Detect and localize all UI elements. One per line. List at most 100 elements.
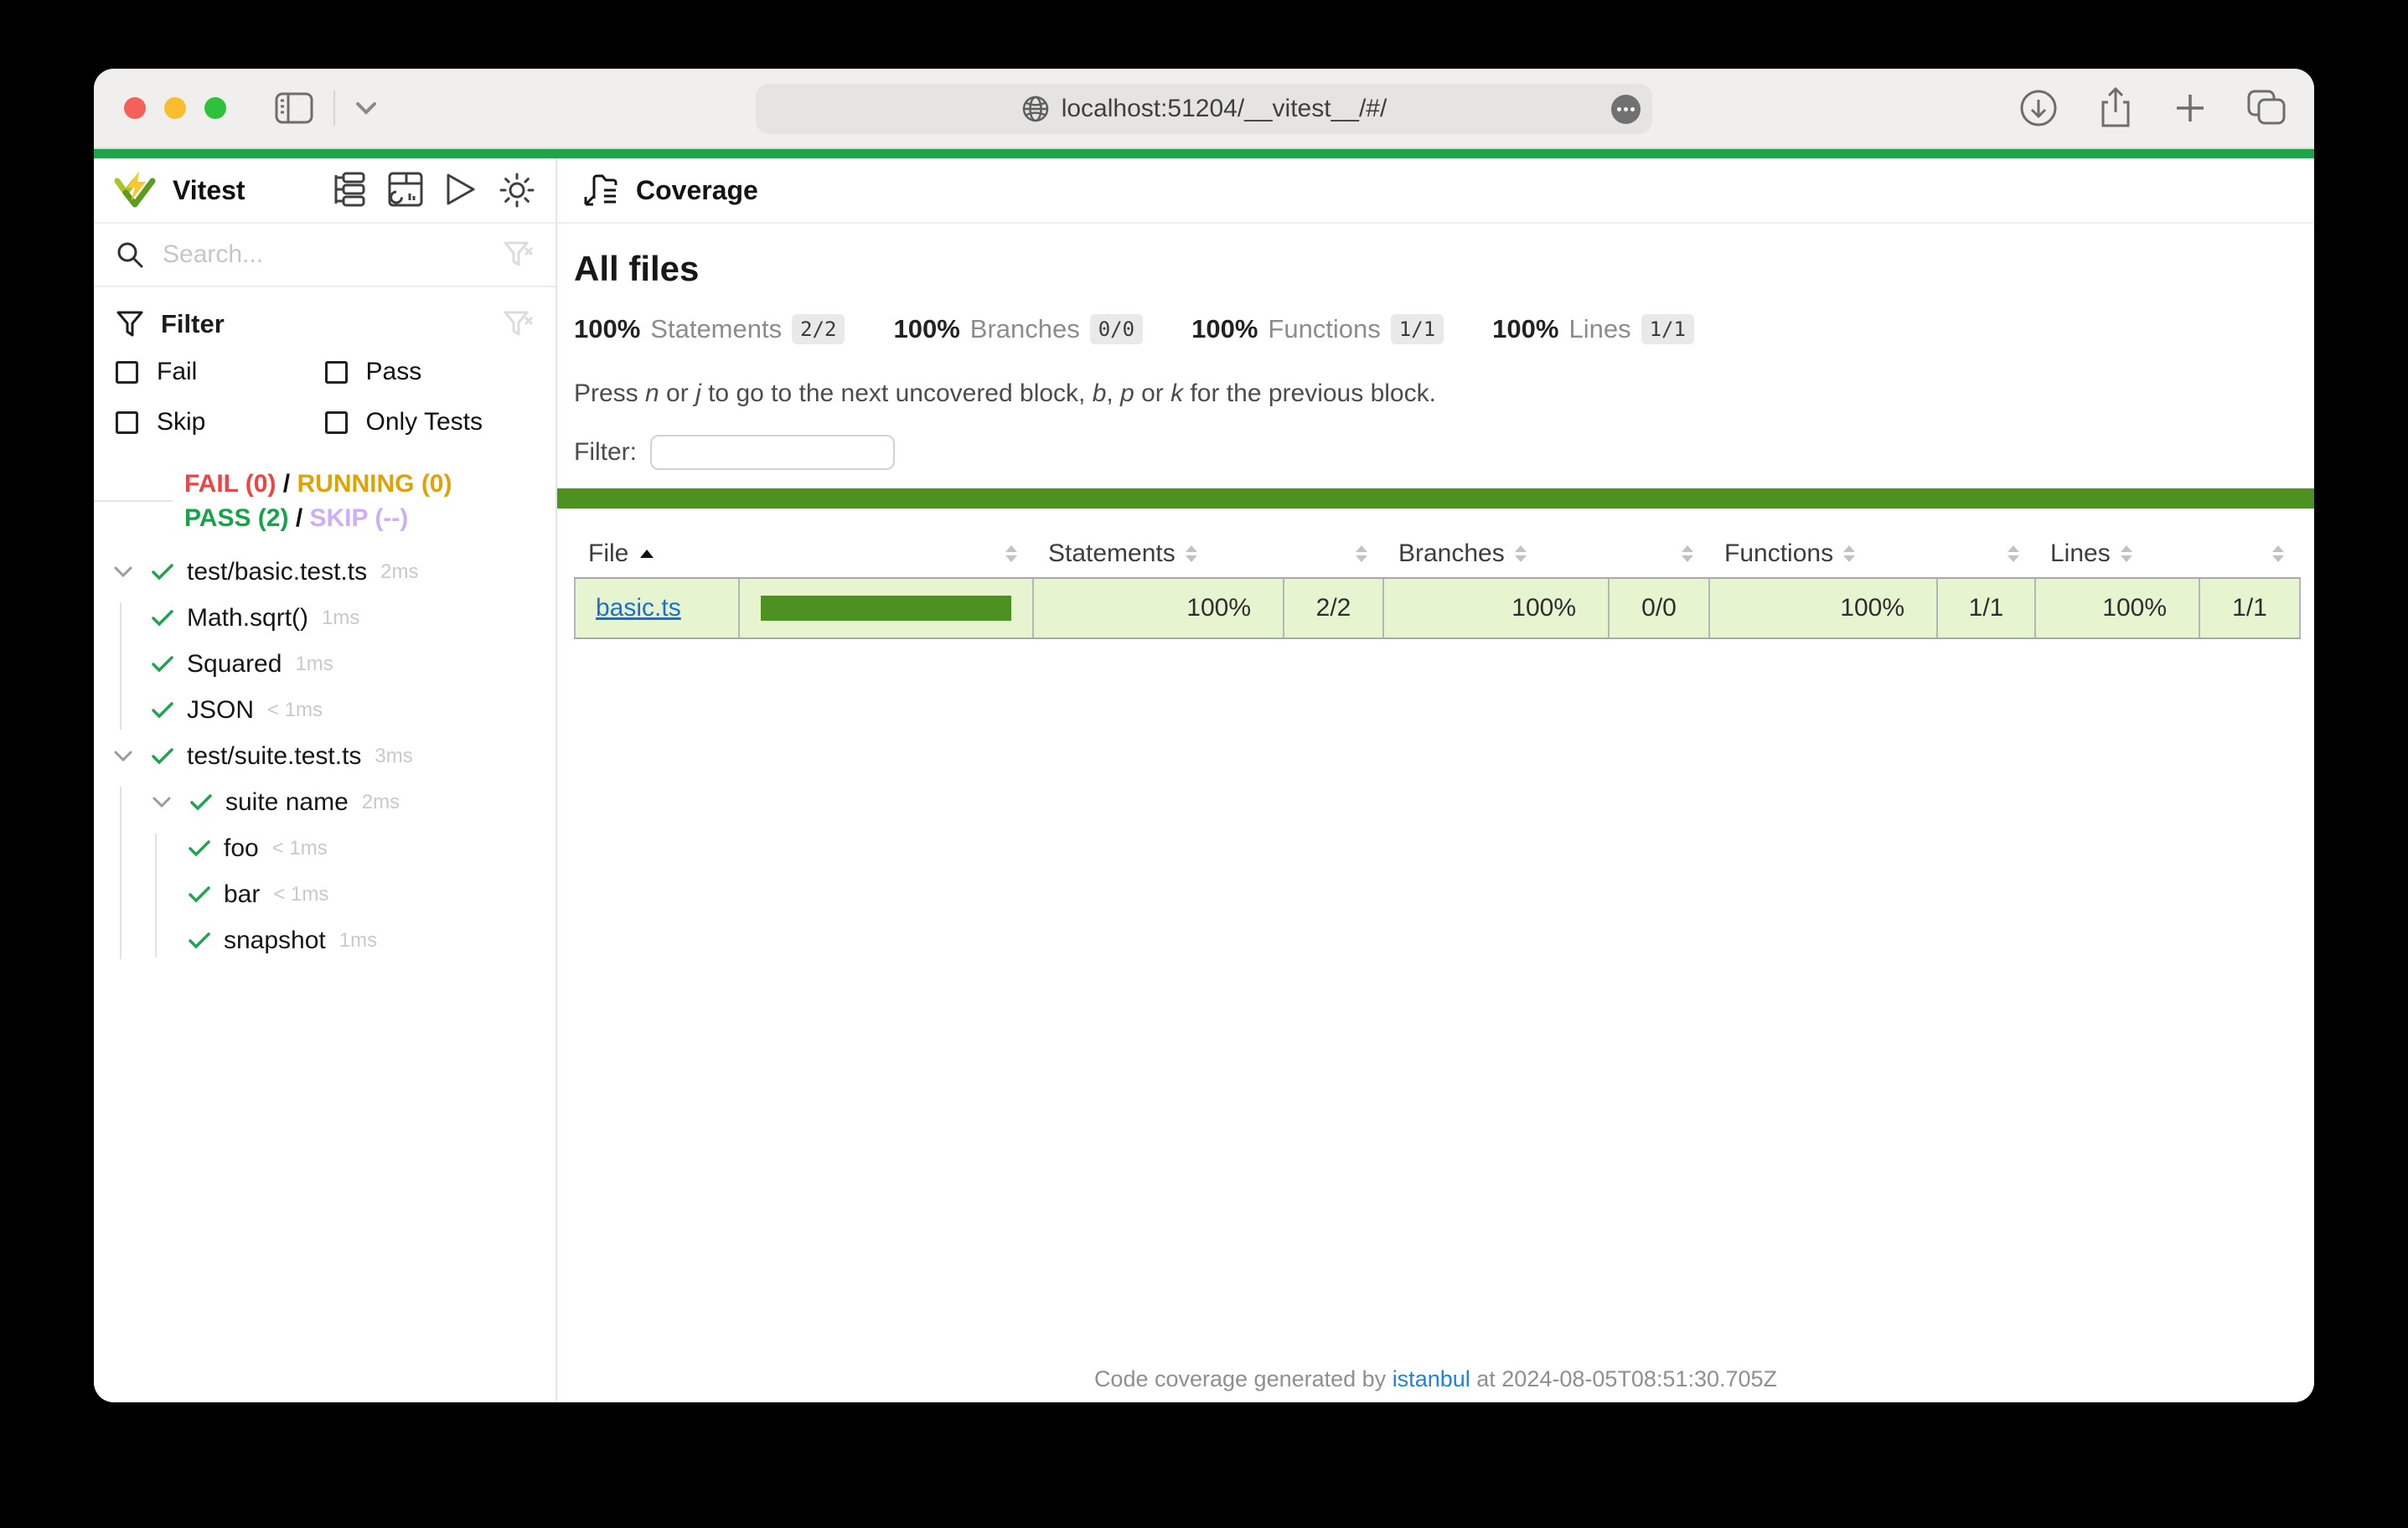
pass-check-icon — [189, 932, 210, 949]
page-settings-button[interactable] — [1611, 95, 1641, 124]
column-header-branches-raw[interactable] — [1610, 545, 1710, 562]
fraction-badge: 1/1 — [1391, 314, 1444, 344]
share-icon[interactable] — [2098, 87, 2133, 129]
stat-functions: 100% Functions 1/1 — [1191, 314, 1444, 344]
coverage-summary: 100% Statements 2/2 100% Branches 0/0 10… — [574, 314, 2314, 344]
chevron-down-icon[interactable] — [152, 796, 175, 808]
skip-count: SKIP (--) — [310, 504, 409, 532]
filter-option-pass[interactable]: Pass — [325, 358, 535, 386]
run-all-icon[interactable] — [445, 172, 477, 209]
sort-icon[interactable] — [2008, 545, 2019, 562]
column-header-file[interactable]: File — [574, 539, 740, 568]
tree-item-test[interactable]: foo < 1ms — [94, 825, 555, 871]
statements-raw-cell: 2/2 — [1284, 579, 1384, 638]
sort-icon[interactable] — [1356, 545, 1367, 562]
clear-search-filter-icon[interactable] — [504, 241, 534, 268]
fraction-badge: 0/0 — [1090, 314, 1143, 344]
checkbox-skip[interactable] — [116, 411, 138, 434]
tree-item-file[interactable]: test/basic.test.ts 2ms — [94, 549, 555, 595]
fail-count: FAIL (0) — [184, 470, 276, 498]
pass-count: PASS (2) — [184, 504, 288, 532]
istanbul-link[interactable]: istanbul — [1393, 1366, 1470, 1391]
lines-pct-cell: 100% — [2036, 579, 2200, 638]
tree-view-icon[interactable] — [331, 172, 366, 209]
table-row: basic.ts 100% 2/2 100% 0/0 100% 1/1 100%… — [574, 577, 2301, 639]
address-bar[interactable]: localhost:51204/__vitest__/#/ — [756, 84, 1652, 134]
column-header-lines[interactable]: Lines — [2036, 539, 2200, 568]
tree-item-file[interactable]: test/suite.test.ts 3ms — [94, 733, 555, 779]
sort-icon[interactable] — [1186, 545, 1197, 562]
search-bar — [94, 224, 555, 287]
chevron-down-icon[interactable] — [113, 565, 137, 578]
app-title: Vitest — [173, 175, 331, 206]
coverage-table: File Statements Branches Functions — [574, 530, 2301, 639]
browser-titlebar: localhost:51204/__vitest__/#/ — [94, 69, 2314, 149]
browser-window: localhost:51204/__vitest__/#/ — [94, 69, 2314, 1402]
sort-icon[interactable] — [1682, 545, 1693, 562]
coverage-filter-input[interactable] — [650, 435, 895, 470]
sort-icon[interactable] — [1515, 545, 1527, 562]
test-duration: 2ms — [362, 791, 400, 814]
search-input[interactable] — [163, 240, 504, 269]
tree-item-test[interactable]: JSON < 1ms — [94, 687, 555, 733]
test-progress-bar — [94, 149, 2314, 158]
new-tab-icon[interactable] — [2173, 91, 2207, 125]
column-header-functions[interactable]: Functions — [1710, 539, 1938, 568]
tree-item-test[interactable]: Math.sqrt() 1ms — [94, 595, 555, 641]
pass-check-icon — [152, 656, 173, 673]
keyboard-hint: Press n or j to go to the next uncovered… — [574, 379, 2314, 408]
checkbox-only-tests[interactable] — [325, 411, 348, 434]
running-count: RUNNING (0) — [297, 470, 452, 498]
filter-panel: Filter Fail Pass — [94, 287, 555, 445]
coverage-filter-label: Filter: — [574, 438, 637, 467]
sort-icon[interactable] — [2272, 545, 2284, 562]
column-header-functions-raw[interactable] — [1938, 545, 2036, 562]
pass-check-icon — [190, 794, 212, 811]
test-duration: 1ms — [322, 607, 359, 630]
downloads-icon[interactable] — [2019, 89, 2058, 127]
pass-check-icon — [152, 564, 173, 581]
all-files-heading: All files — [574, 249, 2314, 289]
branches-pct-cell: 100% — [1384, 579, 1610, 638]
tree-item-test[interactable]: snapshot 1ms — [94, 917, 555, 963]
column-header-file-bar[interactable] — [740, 545, 1034, 562]
coverage-title: Coverage — [636, 175, 758, 206]
tree-item-test[interactable]: Squared 1ms — [94, 641, 555, 687]
minimize-button[interactable] — [164, 97, 186, 119]
column-header-statements[interactable]: Statements — [1034, 539, 1284, 568]
stat-statements: 100% Statements 2/2 — [574, 314, 845, 344]
filter-option-skip[interactable]: Skip — [116, 408, 325, 436]
column-header-branches[interactable]: Branches — [1384, 539, 1610, 568]
stat-branches: 100% Branches 0/0 — [893, 314, 1143, 344]
vitest-logo-icon — [114, 171, 156, 209]
tree-item-suite[interactable]: suite name 2ms — [94, 779, 555, 825]
column-header-lines-raw[interactable] — [2200, 545, 2301, 562]
zoom-button[interactable] — [204, 97, 226, 119]
sort-icon[interactable] — [1005, 545, 1017, 562]
pass-check-icon — [152, 610, 173, 627]
sort-icon[interactable] — [2121, 545, 2132, 562]
tab-overview-icon[interactable] — [2247, 90, 2287, 126]
url-text: localhost:51204/__vitest__/#/ — [1062, 95, 1387, 123]
sort-icon[interactable] — [1843, 545, 1855, 562]
coverage-header: Coverage — [557, 158, 2314, 224]
checkbox-fail[interactable] — [116, 361, 138, 384]
test-duration: < 1ms — [272, 837, 328, 860]
search-icon — [116, 240, 144, 269]
globe-icon — [1021, 95, 1050, 123]
tree-item-test[interactable]: bar < 1ms — [94, 871, 555, 917]
file-link[interactable]: basic.ts — [576, 594, 681, 622]
filter-option-only-tests[interactable]: Only Tests — [325, 408, 535, 436]
test-tree: test/basic.test.ts 2ms Math.sqrt() 1ms S… — [94, 549, 555, 963]
checkbox-pass[interactable] — [325, 361, 348, 384]
column-header-statements-raw[interactable] — [1284, 545, 1384, 562]
chevron-down-icon[interactable] — [113, 750, 137, 762]
clear-filters-icon[interactable] — [504, 311, 534, 338]
sidebar-toggle-icon[interactable] — [275, 92, 313, 124]
close-button[interactable] — [124, 97, 146, 119]
filter-option-fail[interactable]: Fail — [116, 358, 325, 386]
theme-toggle-icon[interactable] — [499, 172, 535, 209]
chevron-down-icon[interactable] — [355, 101, 377, 115]
dashboard-icon[interactable] — [388, 172, 423, 209]
test-duration: < 1ms — [267, 699, 323, 722]
